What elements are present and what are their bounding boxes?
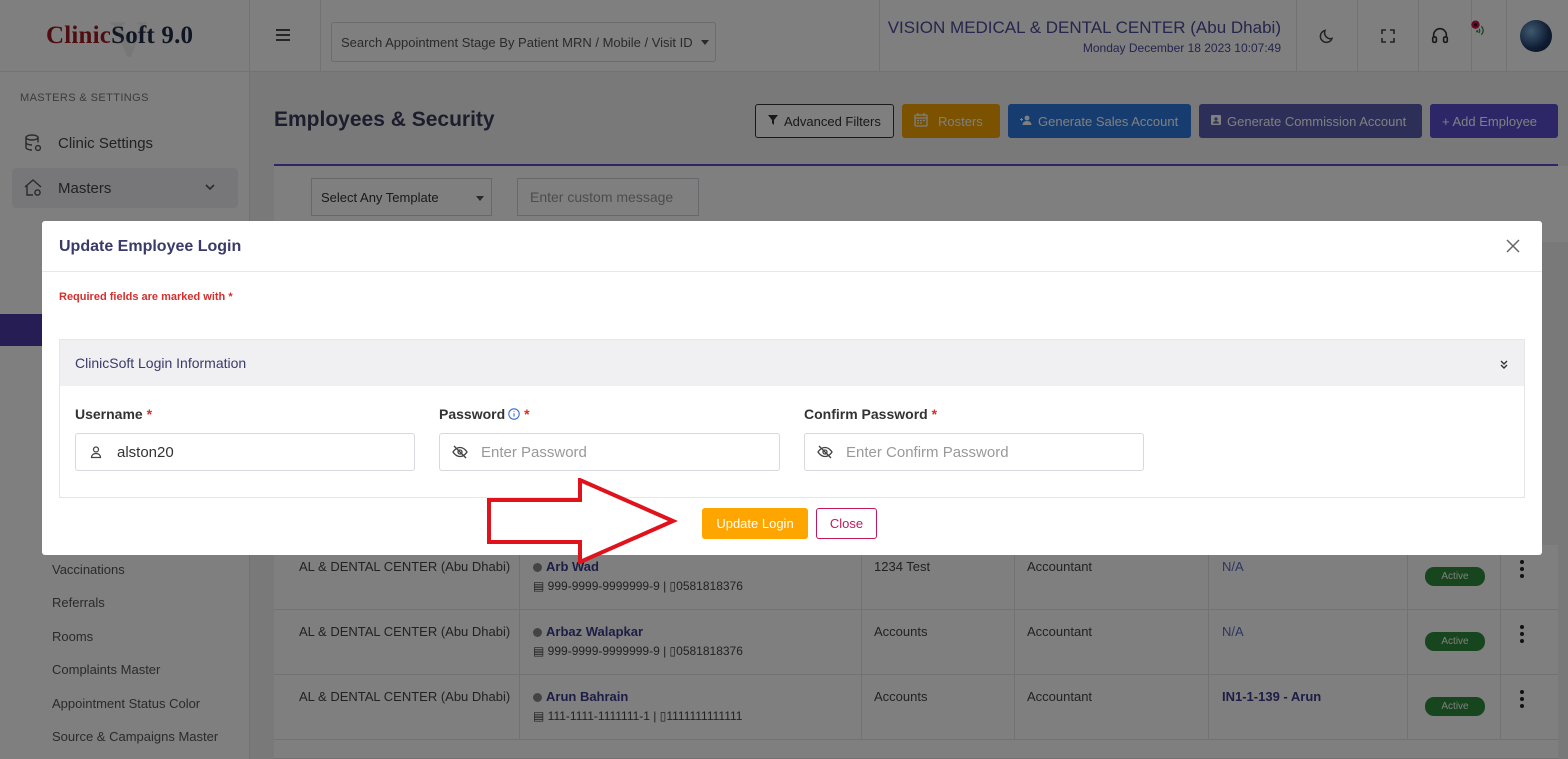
close-button[interactable]: Close xyxy=(816,508,877,539)
confirm-password-label: Confirm Password * xyxy=(804,406,937,422)
info-icon[interactable] xyxy=(508,407,520,420)
panel-title: ClinicSoft Login Information xyxy=(75,355,247,371)
confirm-password-field[interactable]: Enter Confirm Password xyxy=(804,433,1144,471)
update-login-button[interactable]: Update Login xyxy=(702,508,808,539)
confirm-password-placeholder: Enter Confirm Password xyxy=(846,443,1009,461)
user-icon xyxy=(87,443,105,461)
required-mark: * xyxy=(524,406,530,422)
password-placeholder: Enter Password xyxy=(481,443,587,461)
required-mark: * xyxy=(931,406,938,422)
annotation-arrow-icon xyxy=(487,478,678,564)
eye-slash-icon[interactable] xyxy=(816,443,834,461)
login-info-panel: ClinicSoft Login Information Username * … xyxy=(59,339,1525,498)
password-field[interactable]: Enter Password xyxy=(439,433,780,471)
required-mark: * xyxy=(146,406,153,422)
update-employee-login-modal: Update Employee Login Required fields ar… xyxy=(42,221,1542,555)
password-label: Password * xyxy=(439,406,530,422)
username-value: alston20 xyxy=(117,443,174,461)
modal-title: Update Employee Login xyxy=(59,238,242,255)
username-label-text: Username xyxy=(75,406,143,422)
confirm-password-label-text: Confirm Password xyxy=(804,406,928,422)
username-field[interactable]: alston20 xyxy=(75,433,415,471)
close-icon[interactable] xyxy=(1506,239,1520,253)
required-note-text: Required fields are marked with xyxy=(59,291,226,303)
required-mark: * xyxy=(228,291,233,303)
chevrons-down-icon[interactable] xyxy=(1498,357,1510,369)
required-fields-note: Required fields are marked with * xyxy=(59,291,233,303)
modal-header: Update Employee Login xyxy=(42,221,1542,272)
username-label: Username * xyxy=(75,406,152,422)
panel-header[interactable]: ClinicSoft Login Information xyxy=(60,340,1524,386)
password-label-text: Password xyxy=(439,406,506,422)
eye-slash-icon[interactable] xyxy=(451,443,469,461)
